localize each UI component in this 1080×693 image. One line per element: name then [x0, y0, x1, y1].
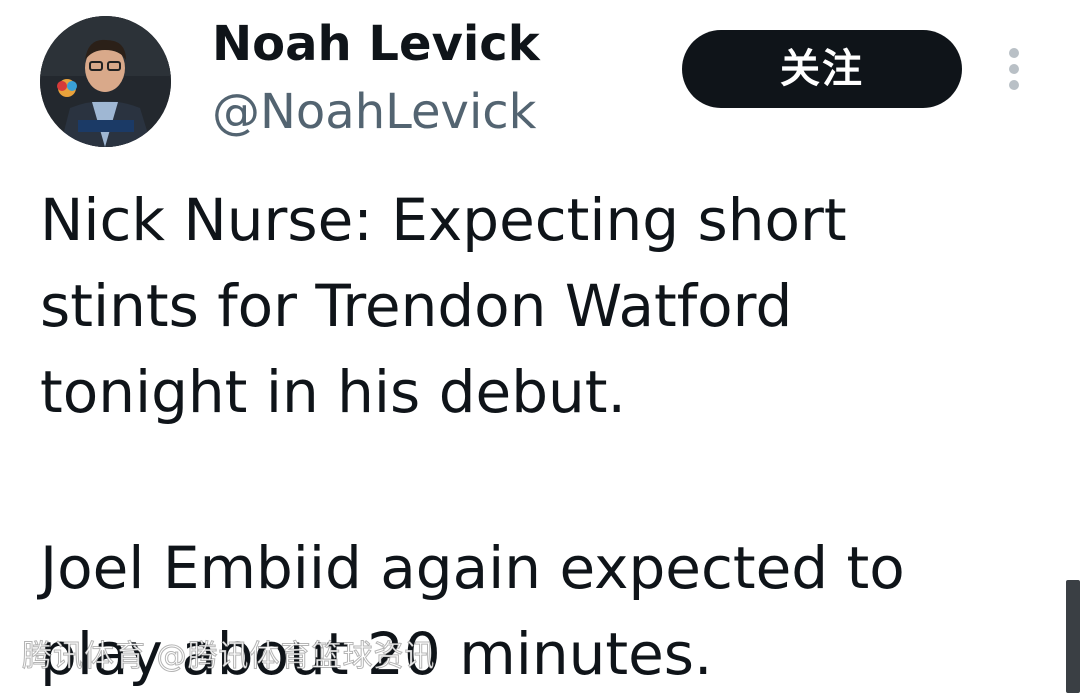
user-handle[interactable]: @NoahLevick — [212, 82, 536, 142]
watermark: 腾讯体育 @腾讯体育篮球资讯 — [22, 639, 436, 675]
follow-button[interactable]: 关注 — [682, 30, 962, 108]
person-avatar-icon — [40, 16, 171, 147]
avatar[interactable] — [40, 16, 171, 147]
tweet-text-line: Nick Nurse: Expecting short — [40, 186, 847, 254]
tweet-text-line: tonight in his debut. — [40, 358, 626, 426]
dot — [1009, 80, 1019, 90]
display-name[interactable]: Noah Levick — [212, 14, 540, 74]
tweet-text-line: stints for Trendon Watford — [40, 272, 793, 340]
dot — [1009, 64, 1019, 74]
scrollbar[interactable] — [1066, 580, 1080, 693]
tweet-text-line: Joel Embiid again expected to — [40, 534, 905, 602]
dot — [1009, 48, 1019, 58]
more-vertical-icon[interactable] — [1000, 44, 1028, 94]
